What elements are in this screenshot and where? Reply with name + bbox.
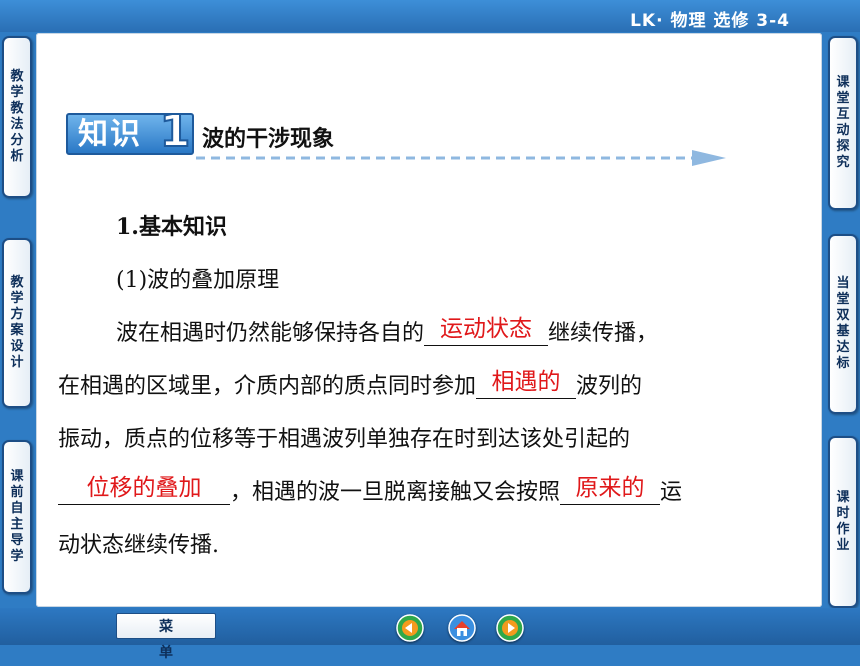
answer-text: 运动状态: [440, 316, 533, 342]
answer-text: 原来的: [575, 475, 645, 501]
nav-tab-label: 课时作业: [836, 490, 850, 553]
text-run: 波在相遇时仍然能够保持各自的: [116, 321, 425, 346]
nav-tab-label: 课堂互动探究: [836, 75, 850, 170]
body-line-3: 振动，质点的位移等于相遇波列单独存在时到达该处引起的: [58, 427, 631, 452]
course-label: LK· 物理 选修 3-4: [630, 11, 790, 31]
nav-tab-classroom-exploration[interactable]: 课堂互动探究: [828, 36, 858, 210]
text-run: ，相遇的波一旦脱离接触又会按照: [230, 480, 561, 505]
nav-tab-basic-mastery[interactable]: 当堂双基达标: [828, 234, 858, 414]
nav-tab-label: 教学教法分析: [10, 69, 24, 164]
nav-tab-preclass-study[interactable]: 课前自主导学: [2, 440, 32, 594]
body-line-2: 在相遇的区域里，介质内部的质点同时参加 相遇的 波列的: [58, 360, 803, 413]
home-icon[interactable]: [448, 614, 476, 642]
body-line-1: 波在相遇时仍然能够保持各自的 运动状态 继续传播，: [58, 307, 803, 360]
text-run: 运: [660, 480, 683, 505]
body-line-4: 位移的叠加 ，相遇的波一旦脱离接触又会按照 原来的运: [58, 466, 803, 519]
menu-button[interactable]: 菜单: [116, 613, 216, 661]
answer-text: 位移的叠加: [86, 475, 202, 501]
nav-tab-teaching-plan[interactable]: 教学方案设计: [2, 238, 32, 408]
nav-tab-label: 当堂双基达标: [836, 276, 850, 371]
dashed-arrow-icon: [196, 150, 726, 166]
text-run: 继续传播，: [548, 321, 659, 346]
answer-blank-1: 运动状态: [424, 315, 549, 346]
body-line-5: 动状态继续传播.: [58, 533, 219, 558]
body-heading: 1.基本知识: [116, 214, 227, 240]
slide-content: 知识 1 波的干涉现象 1.基本知识 (1)波的叠加原理 波在相遇时仍然能够保持…: [36, 33, 822, 607]
answer-blank-2: 相遇的: [476, 368, 577, 399]
body-subheading: (1)波的叠加原理: [116, 268, 280, 293]
text-run: 波列的: [576, 374, 643, 399]
knowledge-number: 1: [159, 106, 192, 158]
answer-blank-4: 原来的: [560, 474, 661, 505]
body-text: 1.基本知识 (1)波的叠加原理 波在相遇时仍然能够保持各自的 运动状态 继续传播，…: [58, 201, 803, 572]
nav-tab-label: 课前自主导学: [10, 469, 24, 564]
nav-tab-teaching-analysis[interactable]: 教学教法分析: [2, 36, 32, 198]
text-run: 在相遇的区域里，介质内部的质点同时参加: [58, 374, 477, 399]
forward-icon[interactable]: [496, 614, 524, 642]
nav-tab-label: 教学方案设计: [10, 275, 24, 370]
nav-tab-homework[interactable]: 课时作业: [828, 436, 858, 608]
answer-text: 相遇的: [491, 369, 561, 395]
top-bar: LK· 物理 选修 3-4: [0, 0, 860, 32]
answer-blank-3: 位移的叠加: [58, 474, 230, 505]
back-icon[interactable]: [396, 614, 424, 642]
